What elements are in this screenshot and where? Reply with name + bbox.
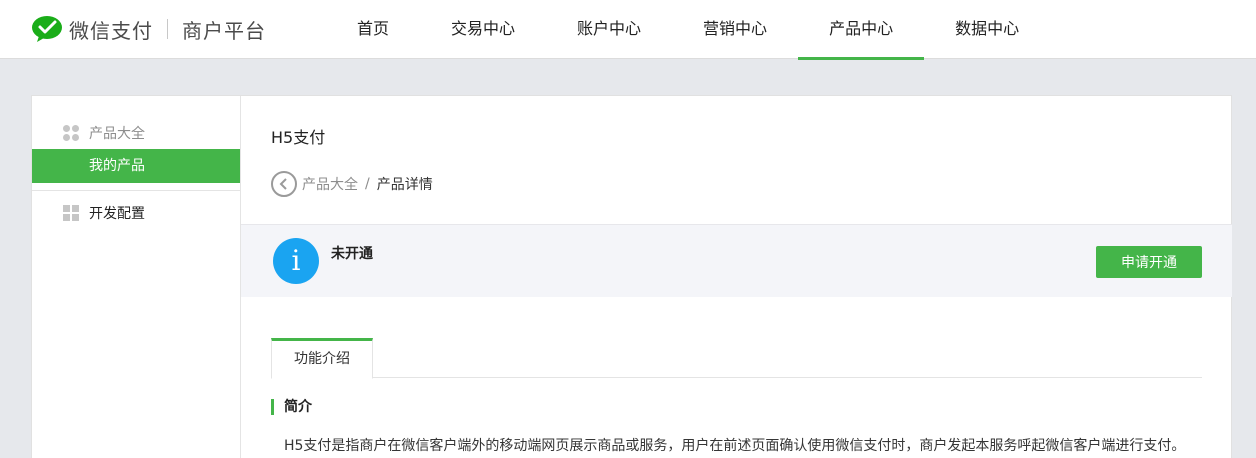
sidebar: 产品大全 我的产品 开发配置: [32, 96, 241, 458]
brand-name: 微信支付: [69, 18, 153, 43]
sidebar-group-products-label: 产品大全: [89, 126, 145, 142]
breadcrumb-parent[interactable]: 产品大全: [302, 174, 358, 194]
nav-home[interactable]: 首页: [326, 0, 420, 59]
brand-separator: [167, 19, 168, 39]
sidebar-divider: [32, 190, 240, 191]
sidebar-group-dev-config[interactable]: 开发配置: [32, 198, 240, 228]
breadcrumb: 产品大全 / 产品详情: [271, 171, 433, 197]
apply-button[interactable]: 申请开通: [1096, 246, 1202, 278]
info-icon: i: [273, 238, 319, 284]
platform-name: 商户平台: [182, 18, 266, 43]
wechat-pay-logo[interactable]: 微信支付 商户平台: [31, 13, 266, 45]
tab-features[interactable]: 功能介绍: [271, 338, 373, 379]
main-content: H5支付 产品大全 / 产品详情 i 未开通 申请开通 功能介绍 简介 H5支付…: [241, 96, 1232, 458]
content-panel: 产品大全 我的产品 开发配置 H5支付 产品大全 / 产品详情 i 未开通 申请…: [31, 95, 1232, 458]
tab-bar: 功能介绍: [271, 338, 1202, 379]
nav-marketing[interactable]: 营销中心: [672, 0, 798, 59]
sidebar-group-products[interactable]: 产品大全: [32, 118, 240, 148]
breadcrumb-separator: /: [365, 176, 370, 192]
chevron-left-icon: [279, 178, 287, 190]
page-title: H5支付: [271, 128, 326, 147]
sidebar-item-my-products[interactable]: 我的产品: [32, 149, 240, 183]
nav-account[interactable]: 账户中心: [546, 0, 672, 59]
section-title: 简介: [271, 399, 312, 415]
sidebar-group-dev-config-label: 开发配置: [89, 206, 145, 222]
nav-transactions[interactable]: 交易中心: [420, 0, 546, 59]
products-grid-icon: [63, 125, 79, 141]
dev-config-grid-icon: [63, 205, 79, 221]
nav-products[interactable]: 产品中心: [798, 0, 925, 60]
back-button[interactable]: [271, 171, 297, 197]
main-nav: 首页 交易中心 账户中心 营销中心 产品中心 数据中心: [326, 0, 1050, 60]
nav-data[interactable]: 数据中心: [924, 0, 1050, 59]
status-text: 未开通: [331, 246, 373, 262]
wechat-pay-logo-icon: [32, 16, 62, 42]
top-bar: 微信支付 商户平台 首页 交易中心 账户中心 营销中心 产品中心 数据中心: [0, 0, 1256, 60]
breadcrumb-current: 产品详情: [376, 177, 433, 193]
product-description: H5支付是指商户在微信客户端外的移动端网页展示商品或服务，用户在前述页面确认使用…: [284, 438, 1186, 454]
status-bar: i 未开通 申请开通: [241, 224, 1232, 297]
